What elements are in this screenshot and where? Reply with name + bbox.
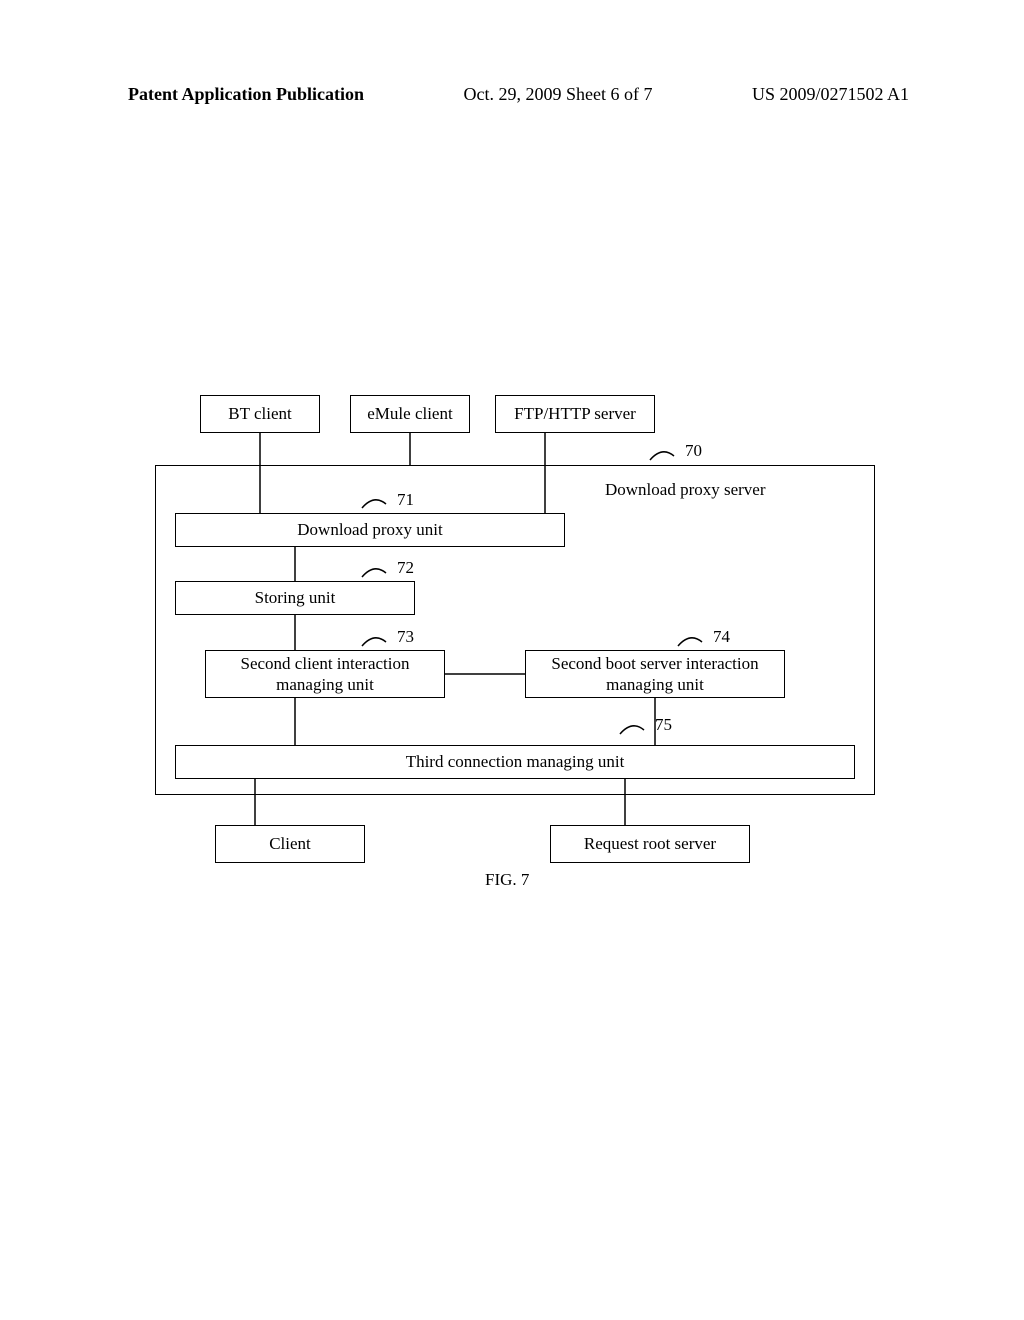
refnum-72: 72: [397, 558, 414, 578]
figure-7-diagram: BT client eMule client FTP/HTTP server D…: [155, 395, 875, 895]
header-right: US 2009/0271502 A1: [752, 84, 909, 105]
refnum-71: 71: [397, 490, 414, 510]
page-header: Patent Application Publication Oct. 29, …: [0, 84, 1024, 105]
refnum-70: 70: [685, 441, 702, 461]
box-second-client-interaction: Second client interaction managing unit: [205, 650, 445, 698]
box-client: Client: [215, 825, 365, 863]
header-center: Oct. 29, 2009 Sheet 6 of 7: [464, 84, 653, 105]
box-storing-unit: Storing unit: [175, 581, 415, 615]
box-download-proxy-unit: Download proxy unit: [175, 513, 565, 547]
page: Patent Application Publication Oct. 29, …: [0, 0, 1024, 1320]
box-bt-client: BT client: [200, 395, 320, 433]
refnum-74: 74: [713, 627, 730, 647]
box-second-boot-server-interaction: Second boot server interaction managing …: [525, 650, 785, 698]
label-download-proxy-server: Download proxy server: [605, 480, 766, 500]
refnum-73: 73: [397, 627, 414, 647]
box-emule-client: eMule client: [350, 395, 470, 433]
box-third-connection-managing: Third connection managing unit: [175, 745, 855, 779]
box-ftp-http-server: FTP/HTTP server: [495, 395, 655, 433]
header-left: Patent Application Publication: [128, 84, 364, 105]
refnum-75: 75: [655, 715, 672, 735]
figure-caption: FIG. 7: [485, 870, 529, 890]
box-request-root-server: Request root server: [550, 825, 750, 863]
